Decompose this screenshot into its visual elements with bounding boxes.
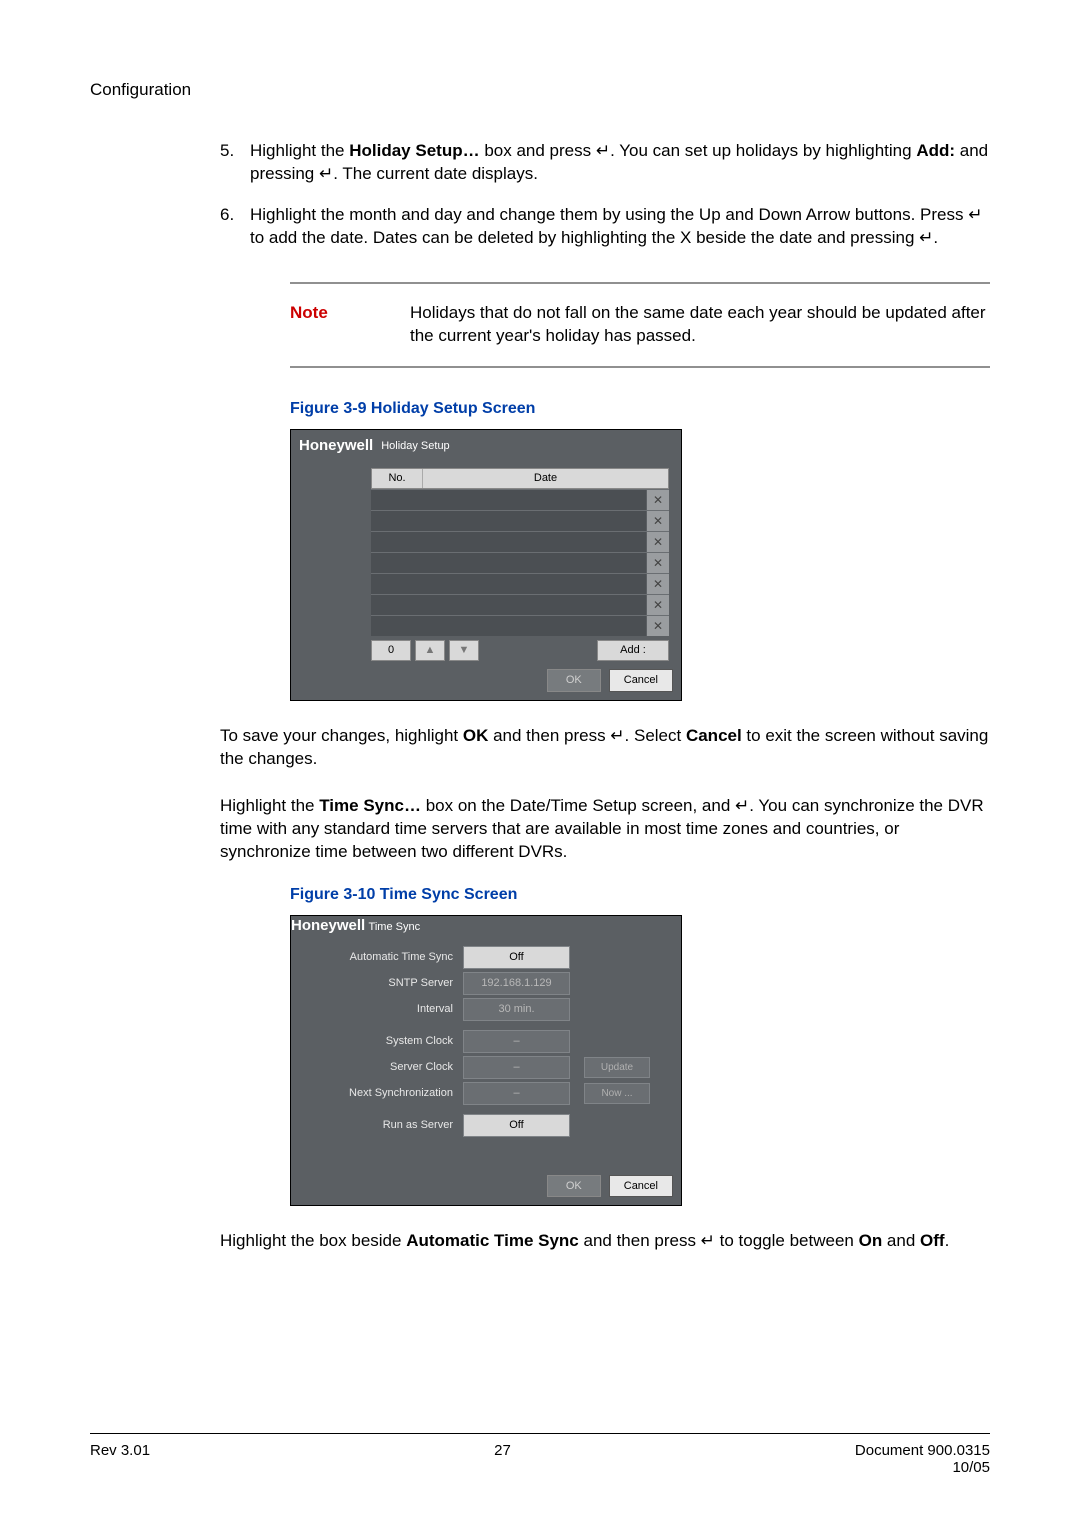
table-row: ✕ <box>371 510 669 531</box>
delete-x-icon[interactable]: ✕ <box>646 595 669 615</box>
add-button[interactable]: Add : <box>597 640 669 661</box>
note-block: Note Holidays that do not fall on the sa… <box>290 282 990 368</box>
cancel-button[interactable]: Cancel <box>609 669 673 692</box>
table-row: ✕ <box>371 573 669 594</box>
interval-field[interactable]: 30 min. <box>463 998 570 1021</box>
panel-title: Time Sync <box>369 921 421 933</box>
time-sync-panel: Honeywell Time Sync Automatic Time Sync … <box>290 915 682 1206</box>
delete-x-icon[interactable]: ✕ <box>646 511 669 531</box>
delete-x-icon[interactable]: ✕ <box>646 574 669 594</box>
count-box: 0 <box>371 640 411 661</box>
down-arrow-button[interactable]: ▼ <box>449 640 479 661</box>
delete-x-icon[interactable]: ✕ <box>646 553 669 573</box>
ok-button[interactable]: OK <box>547 1175 601 1198</box>
text: To save your changes, highlight <box>220 726 463 745</box>
step-text: Highlight the month and day and change t… <box>250 204 990 250</box>
label: Automatic Time Sync <box>303 950 463 965</box>
step-number: 5. <box>220 140 250 186</box>
next-sync-value: – <box>463 1082 570 1105</box>
page-number: 27 <box>494 1442 511 1476</box>
section-header: Configuration <box>90 80 990 100</box>
table-row: ✕ <box>371 531 669 552</box>
paragraph: Highlight the box beside Automatic Time … <box>220 1230 990 1253</box>
delete-x-icon[interactable]: ✕ <box>646 616 669 636</box>
page-footer: Rev 3.01 27 Document 900.0315 10/05 <box>90 1433 990 1476</box>
note-text: Holidays that do not fall on the same da… <box>410 302 990 348</box>
update-button[interactable]: Update <box>584 1057 650 1079</box>
delete-x-icon[interactable]: ✕ <box>646 490 669 510</box>
text: Highlight the <box>250 141 349 160</box>
col-no: No. <box>372 469 422 488</box>
bold: Add: <box>916 141 955 160</box>
label: Next Synchronization <box>303 1086 463 1101</box>
text: Highlight the box beside <box>220 1231 406 1250</box>
text: and then press ↵ to toggle between <box>579 1231 859 1250</box>
brand: Honeywell <box>291 917 365 934</box>
bold: Off <box>920 1231 945 1250</box>
table-row: ✕ <box>371 615 669 636</box>
table-row: ✕ <box>371 594 669 615</box>
auto-sync-toggle[interactable]: Off <box>463 946 570 969</box>
paragraph: To save your changes, highlight OK and t… <box>220 725 990 771</box>
text: and <box>882 1231 920 1250</box>
bold: Cancel <box>686 726 742 745</box>
bold: Automatic Time Sync <box>406 1231 579 1250</box>
bold: OK <box>463 726 489 745</box>
table-row: ✕ <box>371 552 669 573</box>
text: . <box>945 1231 950 1250</box>
note-label: Note <box>290 302 370 348</box>
step-5: 5. Highlight the Holiday Setup… box and … <box>220 140 990 186</box>
figure-caption: Figure 3-9 Holiday Setup Screen <box>290 398 990 420</box>
label: Run as Server <box>303 1118 463 1133</box>
bold: Holiday Setup… <box>349 141 479 160</box>
system-clock-value: – <box>463 1030 570 1053</box>
panel-title: Holiday Setup <box>381 439 450 454</box>
ok-button[interactable]: OK <box>547 669 601 692</box>
label: Interval <box>303 1002 463 1017</box>
text: Highlight the <box>220 796 319 815</box>
col-date: Date <box>422 469 668 488</box>
label: SNTP Server <box>303 976 463 991</box>
label: Server Clock <box>303 1060 463 1075</box>
label: System Clock <box>303 1034 463 1049</box>
table-row: ✕ <box>371 489 669 510</box>
sntp-server-field[interactable]: 192.168.1.129 <box>463 972 570 995</box>
doc-date: 10/05 <box>855 1459 990 1476</box>
rev: Rev 3.01 <box>90 1442 150 1476</box>
bold: Time Sync… <box>319 796 421 815</box>
holiday-setup-panel: Honeywell Holiday Setup No. Date ✕ ✕ ✕ ✕… <box>290 429 682 701</box>
text: and then press ↵. Select <box>488 726 686 745</box>
step-6: 6. Highlight the month and day and chang… <box>220 204 990 250</box>
now-button[interactable]: Now ... <box>584 1083 650 1105</box>
server-clock-value: – <box>463 1056 570 1079</box>
up-arrow-button[interactable]: ▲ <box>415 640 445 661</box>
brand: Honeywell <box>299 436 373 456</box>
cancel-button[interactable]: Cancel <box>609 1175 673 1198</box>
paragraph: Highlight the Time Sync… box on the Date… <box>220 795 990 864</box>
run-as-server-toggle[interactable]: Off <box>463 1114 570 1137</box>
delete-x-icon[interactable]: ✕ <box>646 532 669 552</box>
text: box and press ↵. You can set up holidays… <box>480 141 917 160</box>
doc-id: Document 900.0315 <box>855 1442 990 1459</box>
bold: On <box>859 1231 883 1250</box>
figure-caption: Figure 3-10 Time Sync Screen <box>290 884 990 906</box>
step-number: 6. <box>220 204 250 250</box>
